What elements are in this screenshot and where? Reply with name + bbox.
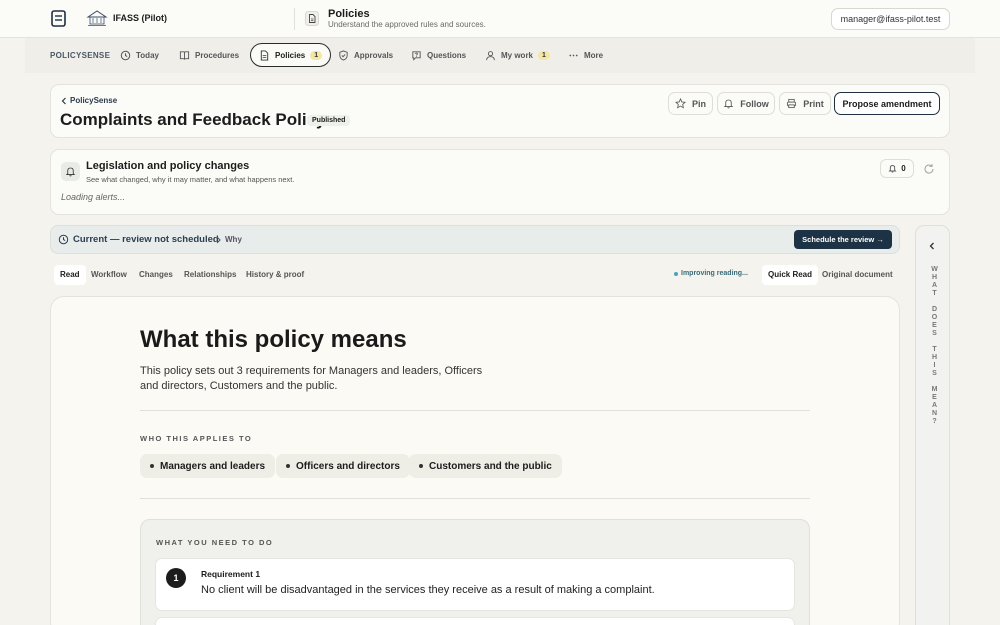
page-subtitle: Understand the approved rules and source…: [328, 20, 486, 29]
star-icon: [674, 98, 686, 109]
header-divider: [294, 8, 295, 30]
nav-label: Procedures: [195, 50, 240, 60]
bell-icon: [723, 99, 734, 109]
requirement-item[interactable]: [155, 617, 795, 625]
side-panel-label[interactable]: WHAT DOES THIS MEAN?: [928, 266, 938, 426]
alerts-icon-box: [61, 162, 80, 181]
print-label: Print: [803, 98, 824, 109]
nav-item-policies[interactable]: Policies 1: [250, 43, 332, 67]
main-nav: POLICYSENSE Today Procedures Policies 1 …: [25, 38, 975, 73]
schedule-review-button[interactable]: Schedule the review →: [794, 230, 892, 249]
printer-icon: [787, 98, 797, 109]
nav-badge: 1: [310, 50, 323, 60]
propose-amendment-button[interactable]: Propose amendment: [834, 92, 940, 115]
todo-label: WHAT YOU NEED TO DO: [156, 538, 274, 547]
bell-icon: [65, 167, 76, 177]
clock-icon: [120, 50, 131, 60]
alerts-count: 0: [901, 164, 906, 173]
book-icon: [179, 50, 190, 60]
nav-brand[interactable]: POLICYSENSE: [50, 51, 110, 60]
why-label: Why: [225, 235, 242, 244]
tab-changes[interactable]: Changes: [133, 265, 179, 285]
divider: [140, 410, 810, 411]
page-title: Policies: [328, 8, 370, 20]
tab-history[interactable]: History & proof: [240, 265, 310, 285]
applies-label: WHO THIS APPLIES TO: [140, 434, 253, 443]
requirement-text: No client will be disadvantaged in the s…: [201, 584, 655, 596]
nav-label: More: [584, 50, 604, 60]
audience-label: Officers and directors: [296, 460, 400, 472]
propose-label: Propose amendment: [842, 98, 932, 109]
bullet: [419, 464, 423, 468]
document-icon: [305, 11, 319, 26]
question-icon: [412, 50, 421, 61]
breadcrumb-label: PolicySense: [70, 96, 118, 105]
nav-item-more[interactable]: More: [568, 43, 603, 67]
mode-original-document[interactable]: Original document: [816, 265, 899, 285]
top-header: IFASS (Pilot) Policies Understand the ap…: [0, 0, 1000, 38]
audience-chip[interactable]: Customers and the public: [409, 454, 562, 478]
nav-label: Approvals: [354, 50, 394, 60]
chevron-right-icon: [216, 236, 221, 243]
follow-label: Follow: [740, 98, 769, 109]
user-account-button[interactable]: manager@ifass-pilot.test: [831, 8, 950, 30]
improving-status: Improving reading...: [674, 270, 748, 277]
org-name: IFASS (Pilot): [113, 13, 167, 23]
why-toggle[interactable]: Why: [216, 235, 242, 244]
review-status-text: Current — review not scheduled: [73, 234, 219, 245]
clock-icon: [58, 234, 69, 245]
pin-button[interactable]: Pin: [668, 92, 713, 115]
audience-label: Managers and leaders: [160, 460, 266, 472]
audience-label: Customers and the public: [429, 460, 552, 472]
nav-item-today[interactable]: Today: [120, 43, 159, 67]
refresh-icon[interactable]: [923, 163, 935, 175]
chevron-left-icon: [61, 97, 66, 104]
nav-label: My work: [501, 50, 534, 60]
status-badge: Published: [307, 115, 351, 126]
policy-title: Complaints and Feedback Policy: [60, 110, 326, 129]
tab-relationships[interactable]: Relationships: [178, 265, 242, 285]
alerts-count-button[interactable]: 0: [880, 159, 914, 178]
org-logo: [86, 10, 108, 26]
alerts-subtitle: See what changed, why it may matter, and…: [86, 175, 295, 184]
print-button[interactable]: Print: [779, 92, 831, 115]
nav-item-questions[interactable]: Questions: [411, 43, 466, 67]
divider: [140, 498, 810, 499]
nav-item-procedures[interactable]: Procedures: [179, 43, 239, 67]
status-dot: [674, 271, 678, 276]
bullet: [286, 464, 290, 468]
tab-workflow[interactable]: Workflow: [85, 265, 133, 285]
nav-label: Today: [136, 50, 159, 60]
audience-chip[interactable]: Managers and leaders: [140, 454, 276, 478]
content-summary: This policy sets out 3 requirements for …: [140, 365, 483, 392]
document-icon: [260, 49, 269, 61]
requirement-number: 1: [166, 568, 186, 588]
shield-check-icon: [339, 49, 348, 61]
app-menu-icon[interactable]: [51, 10, 66, 27]
chevron-left-icon[interactable]: [927, 240, 937, 252]
breadcrumb[interactable]: PolicySense: [61, 96, 117, 105]
content-title: What this policy means: [140, 326, 407, 353]
nav-item-approvals[interactable]: Approvals: [338, 43, 393, 67]
more-icon: [569, 54, 578, 56]
nav-badge: 1: [538, 50, 550, 60]
nav-label: Policies: [275, 50, 306, 60]
bell-icon: [888, 165, 897, 173]
audience-chip[interactable]: Officers and directors: [276, 454, 410, 478]
mode-quick-read[interactable]: Quick Read: [762, 265, 819, 285]
improving-label: Improving reading...: [681, 270, 748, 277]
requirement-label: Requirement 1: [201, 569, 261, 579]
alerts-loading-text: Loading alerts...: [61, 192, 126, 202]
user-icon: [486, 50, 495, 60]
tab-read[interactable]: Read: [54, 265, 86, 285]
bullet: [150, 464, 154, 468]
nav-label: Questions: [427, 50, 467, 60]
nav-item-my-work[interactable]: My work 1: [485, 43, 550, 67]
alerts-title: Legislation and policy changes: [86, 160, 250, 172]
pin-label: Pin: [691, 98, 706, 109]
follow-button[interactable]: Follow: [717, 92, 775, 115]
